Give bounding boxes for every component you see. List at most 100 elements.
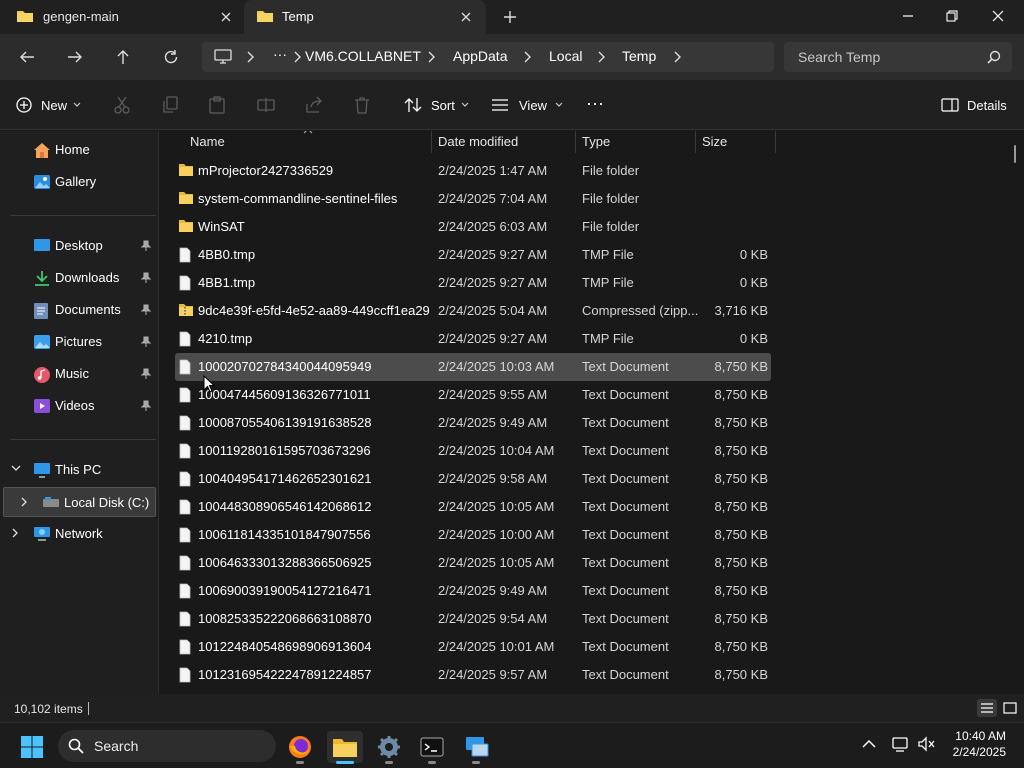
file-name: 4BB1.tmp — [198, 275, 256, 290]
windows-start-icon[interactable] — [14, 731, 50, 763]
copy-icon[interactable] — [162, 96, 178, 114]
tab-gengen-main[interactable]: gengen-main — [0, 0, 244, 34]
pin-icon[interactable] — [141, 240, 151, 252]
search-icon[interactable] — [987, 50, 1001, 64]
sidebar-item-desktop[interactable]: Desktop — [0, 231, 156, 261]
file-row[interactable]: 1012316954222478912248​57 2/24/2025 9:57 … — [175, 661, 771, 689]
details-view-icon[interactable] — [977, 699, 997, 717]
network-tray-icon[interactable] — [892, 736, 910, 752]
firefox-icon[interactable] — [282, 731, 318, 763]
view-list-icon — [491, 98, 509, 112]
new-tab-icon[interactable] — [500, 7, 520, 27]
sort-label: Sort — [431, 97, 455, 113]
back-arrow-icon[interactable] — [13, 44, 41, 70]
file-row[interactable]: 1006463330132883665069​25 2/24/2025 10:05… — [175, 549, 771, 577]
chevron-right-icon[interactable] — [11, 528, 19, 538]
maximize-icon[interactable] — [932, 4, 972, 28]
breadcrumb-vm6-collabnet[interactable]: VM6.COLLABNET — [305, 48, 421, 64]
cut-icon[interactable] — [114, 96, 130, 114]
search-input[interactable]: Search Temp — [784, 42, 1012, 72]
close-window-icon[interactable] — [978, 4, 1018, 28]
file-row[interactable]: 1000870554061391916385​28 2/24/2025 9:49 … — [175, 409, 771, 437]
file-row[interactable]: 4BB1.tmp 2/24/2025 9:27 AM TMP File 0 KB — [175, 269, 771, 297]
refresh-icon[interactable] — [157, 44, 185, 70]
system-clock[interactable]: 10:40 AM 2/24/2025 — [946, 728, 1006, 760]
pin-icon[interactable] — [141, 304, 151, 316]
sidebar-item-home[interactable]: Home — [0, 135, 156, 165]
terminal-icon[interactable] — [414, 731, 450, 763]
sidebar-item-downloads[interactable]: Downloads — [0, 263, 156, 293]
file-name: 1006118143351018479075​56 — [198, 527, 371, 542]
volume-muted-icon[interactable] — [918, 736, 936, 752]
file-type: File folder — [582, 219, 640, 234]
sort-button[interactable]: Sort — [404, 92, 469, 118]
sidebar-item-videos[interactable]: Videos — [0, 391, 156, 421]
minimize-icon[interactable] — [888, 4, 928, 28]
remote-desktop-icon[interactable] — [459, 731, 495, 763]
sidebar-item-pictures[interactable]: Pictures — [0, 327, 156, 357]
sidebar-label: Home — [55, 142, 90, 157]
pin-icon[interactable] — [141, 368, 151, 380]
column-resizer[interactable] — [695, 131, 696, 153]
sidebar-item-this-pc[interactable]: This PC — [0, 455, 156, 485]
view-button[interactable]: View — [491, 92, 563, 118]
sidebar-item-documents[interactable]: Documents — [0, 295, 156, 325]
file-row[interactable]: system-commandline-sentinel-files 2/24/20… — [175, 185, 771, 213]
file-row[interactable]: 1000207027843400440959​49 2/24/2025 10:03… — [175, 353, 771, 381]
delete-icon[interactable] — [354, 96, 370, 114]
breadcrumb-local[interactable]: Local — [549, 48, 582, 64]
chevron-down-icon[interactable] — [11, 464, 21, 472]
file-row[interactable]: 9dc4e39f-e5fd-4e52-aa89-449ccff1ea29 2/24… — [175, 297, 771, 325]
monitor-icon — [214, 49, 232, 65]
file-row[interactable]: 1008253352220686631088​70 2/24/2025 9:54 … — [175, 605, 771, 633]
pin-icon[interactable] — [141, 272, 151, 284]
up-arrow-icon[interactable] — [109, 44, 137, 70]
more-options-button[interactable]: ··· — [586, 90, 604, 116]
file-date: 2/24/2025 9:49 AM — [438, 415, 548, 430]
file-row[interactable]: mProjector2427336529 2/24/2025 1:47 AM Fil… — [175, 157, 771, 185]
column-resizer[interactable] — [431, 131, 432, 153]
settings-gear-icon[interactable] — [371, 731, 407, 763]
breadcrumb-more[interactable]: ··· — [273, 46, 287, 62]
breadcrumb-appdata[interactable]: AppData — [453, 48, 507, 64]
file-row[interactable]: 1000474456091363267710​11 2/24/2025 9:55 … — [175, 381, 771, 409]
tab-temp[interactable]: Temp — [244, 0, 486, 34]
close-tab-icon[interactable] — [216, 7, 236, 27]
file-row[interactable]: 1004483089065461420686​12 2/24/2025 10:05… — [175, 493, 771, 521]
running-indicator — [428, 761, 436, 764]
file-row[interactable]: 1012248405486989069136​04 2/24/2025 10:01… — [175, 633, 771, 661]
file-row[interactable]: 4BB0.tmp 2/24/2025 9:27 AM TMP File 0 KB — [175, 241, 771, 269]
file-row[interactable]: 1006118143351018479075​56 2/24/2025 10:00… — [175, 521, 771, 549]
pin-icon[interactable] — [141, 336, 151, 348]
tiles-view-icon[interactable] — [1000, 699, 1020, 717]
details-button[interactable]: Details — [941, 92, 1007, 118]
file-row[interactable]: 1006900391900541272164​71 2/24/2025 9:49 … — [175, 577, 771, 605]
sidebar-item-network[interactable]: Network — [0, 519, 156, 549]
sidebar-item-music[interactable]: Music — [0, 359, 156, 389]
column-resizer[interactable] — [775, 131, 776, 153]
file-row[interactable]: 1004049541714626523016​21 2/24/2025 9:58 … — [175, 465, 771, 493]
chevron-right-icon[interactable] — [20, 497, 28, 507]
file-row[interactable]: 4210.tmp 2/24/2025 9:27 AM TMP File 0 KB — [175, 325, 771, 353]
taskbar-search[interactable]: Search — [58, 730, 276, 762]
column-resizer[interactable] — [575, 131, 576, 153]
sidebar-item-gallery[interactable]: Gallery — [0, 167, 156, 197]
close-tab-icon[interactable] — [456, 7, 476, 27]
file-date: 2/24/2025 6:03 AM — [438, 219, 548, 234]
chevron-right-icon[interactable] — [673, 51, 681, 63]
sidebar-item-local-disk[interactable]: Local Disk (C:) — [3, 487, 156, 517]
chevron-right-icon — [597, 51, 605, 63]
share-icon[interactable] — [305, 96, 323, 114]
chevron-up-icon[interactable] — [862, 739, 876, 748]
file-explorer-icon[interactable] — [327, 731, 363, 763]
paste-icon[interactable] — [209, 96, 225, 114]
scrollbar-thumb[interactable] — [1014, 145, 1016, 163]
file-row[interactable]: 1001192801615957036732​96 2/24/2025 10:04… — [175, 437, 771, 465]
rename-icon[interactable] — [257, 96, 275, 114]
pin-icon[interactable] — [141, 400, 151, 412]
file-row[interactable]: WinSAT 2/24/2025 6:03 AM File folder — [175, 213, 771, 241]
breadcrumb-temp[interactable]: Temp — [622, 48, 656, 64]
new-button[interactable]: New — [16, 92, 81, 118]
forward-arrow-icon[interactable] — [61, 44, 89, 70]
address-bar[interactable]: ··· VM6.COLLABNET AppData Local Temp — [202, 42, 774, 72]
